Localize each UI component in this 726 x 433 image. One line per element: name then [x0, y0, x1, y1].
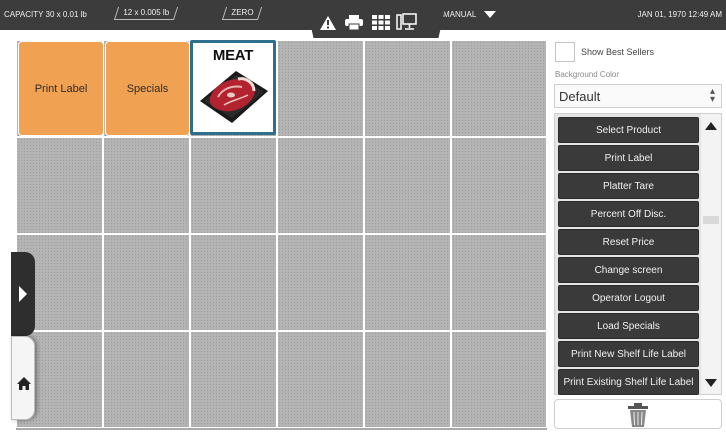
capacity-readout: CAPACITY 30 x 0.01 lb	[4, 10, 87, 19]
trash-button[interactable]	[554, 399, 722, 429]
empty-grid-cell[interactable]	[451, 137, 547, 234]
meat-product-tile[interactable]: MEAT	[190, 40, 276, 135]
print-new-shelf-life-button[interactable]: Print New Shelf Life Label	[558, 341, 699, 367]
background-color-value: Default	[559, 89, 601, 104]
chevron-right-icon	[19, 286, 27, 302]
background-color-label: Background Color	[555, 70, 620, 79]
mode-dropdown-icon[interactable]	[484, 11, 496, 18]
scroll-up-button[interactable]	[701, 116, 721, 136]
arrow-down-icon	[705, 379, 717, 387]
empty-grid-cell[interactable]	[451, 234, 547, 331]
change-screen-button[interactable]: Change screen	[558, 257, 699, 283]
select-product-button[interactable]: Select Product	[558, 117, 699, 143]
empty-grid-cell[interactable]	[277, 40, 364, 137]
print-label-button[interactable]: Print Label	[558, 145, 699, 171]
empty-grid-cell[interactable]	[277, 137, 364, 234]
mode-selector[interactable]: MANUAL	[443, 10, 476, 19]
percent-off-button[interactable]: Percent Off Disc.	[558, 201, 699, 227]
expand-panel-handle[interactable]	[11, 252, 35, 336]
print-label-tile[interactable]: Print Label	[18, 41, 104, 136]
tile-label: Specials	[126, 82, 169, 95]
empty-grid-cell[interactable]	[190, 137, 277, 234]
empty-grid-cell[interactable]	[364, 40, 451, 137]
empty-grid-cell[interactable]	[277, 234, 364, 331]
grid-icon[interactable]	[372, 15, 390, 30]
print-existing-shelf-life-button[interactable]: Print Existing Shelf Life Label	[558, 369, 699, 395]
tile-label: Print Label	[34, 82, 88, 95]
empty-grid-cell[interactable]	[277, 331, 364, 428]
function-button-list: Select Product Print Label Platter Tare …	[554, 113, 722, 395]
scale-screen: CAPACITY 30 x 0.01 lb 12 x 0.005 lb ZERO…	[0, 0, 726, 433]
operator-logout-button[interactable]: Operator Logout	[558, 285, 699, 311]
platter-tare-button[interactable]: Platter Tare	[558, 173, 699, 199]
empty-grid-cell[interactable]	[103, 331, 190, 428]
printer-icon[interactable]	[345, 15, 363, 30]
load-specials-button[interactable]: Load Specials	[558, 313, 699, 339]
station-icon[interactable]	[396, 13, 418, 31]
arrow-up-icon	[705, 122, 717, 130]
product-title: MEAT	[212, 47, 254, 64]
empty-grid-cell[interactable]	[364, 234, 451, 331]
increment-readout: 12 x 0.005 lb	[113, 7, 178, 20]
warning-icon[interactable]	[320, 16, 336, 30]
specials-tile[interactable]: Specials	[105, 41, 190, 136]
scroll-down-button[interactable]	[701, 373, 721, 393]
select-arrows-icon: ▴ ▾	[709, 86, 715, 105]
home-handle[interactable]	[11, 336, 35, 420]
show-best-sellers-checkbox[interactable]	[555, 42, 575, 62]
empty-grid-cell[interactable]	[190, 331, 277, 428]
reset-price-button[interactable]: Reset Price	[558, 229, 699, 255]
home-icon	[17, 377, 31, 390]
show-best-sellers-label: Show Best Sellers	[581, 47, 655, 57]
empty-grid-cell[interactable]	[103, 234, 190, 331]
empty-grid-cell[interactable]	[103, 137, 190, 234]
empty-grid-cell[interactable]	[190, 234, 277, 331]
datetime-readout: JAN 01, 1970 12:49 AM	[637, 10, 723, 19]
zero-indicator: ZERO	[221, 7, 263, 20]
empty-grid-cell[interactable]	[364, 137, 451, 234]
scrollbar-track[interactable]	[701, 114, 721, 394]
scrollbar-thumb[interactable]	[703, 216, 719, 224]
empty-grid-cell[interactable]	[451, 40, 547, 137]
empty-grid-cell[interactable]	[16, 137, 103, 234]
trash-icon	[628, 403, 648, 427]
empty-grid-cell[interactable]	[451, 331, 547, 428]
background-color-select[interactable]: Default ▴ ▾	[554, 84, 722, 108]
meat-image	[200, 71, 268, 123]
empty-grid-cell[interactable]	[364, 331, 451, 428]
